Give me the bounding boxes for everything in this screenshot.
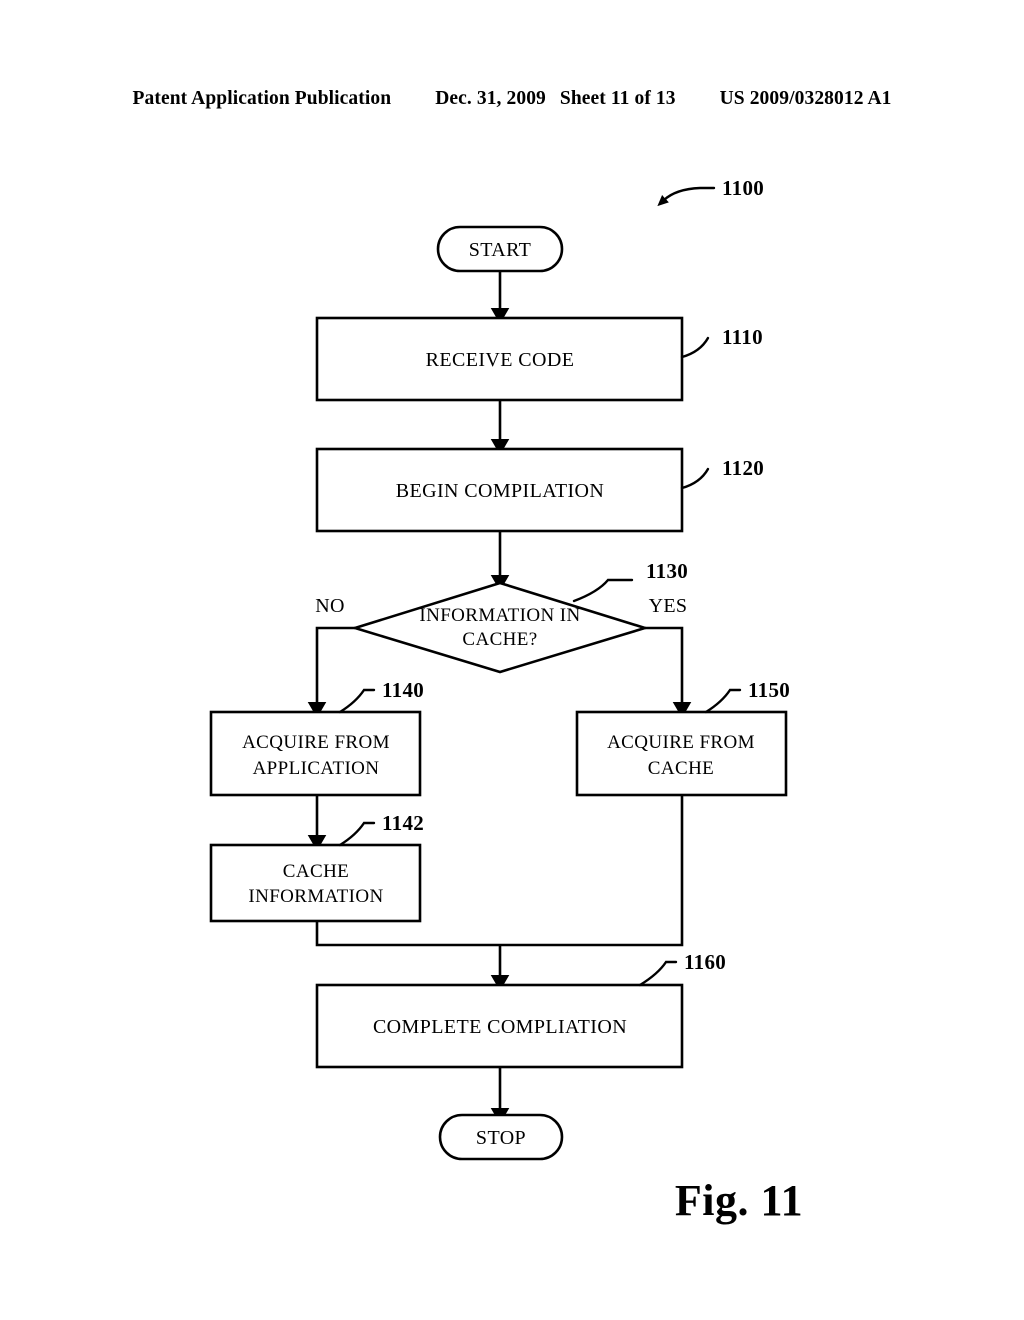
ref-numeral-1100: 1100 <box>722 176 764 200</box>
ref-numeral-1150: 1150 <box>748 678 790 702</box>
receive-code-label: RECEIVE CODE <box>426 349 575 371</box>
ref-numeral-1160: 1160 <box>684 950 726 974</box>
begin-compilation-label: BEGIN COMPILATION <box>396 480 604 502</box>
acquire-from-cache-label-line2: CACHE <box>648 758 714 779</box>
connector-cache-information-to-merge <box>315 921 500 947</box>
acquire-from-cache-box <box>575 710 788 797</box>
acquire-from-application-label-line1: ACQUIRE FROM <box>242 732 390 753</box>
node-stop: STOP <box>438 1113 564 1161</box>
ref-numeral-1110: 1110 <box>722 325 763 349</box>
leader-1110 <box>680 336 710 359</box>
node-receive-code: RECEIVE CODE 1110 <box>315 316 763 402</box>
ref-numeral-1140: 1140 <box>382 678 424 702</box>
cache-information-label-line1: CACHE <box>283 861 349 882</box>
leader-1120 <box>680 467 710 490</box>
leader-1160 <box>638 960 678 987</box>
decision-diamond-shape <box>350 581 650 674</box>
node-complete-compilation: COMPLETE COMPLIATION 1160 <box>315 950 726 1069</box>
diagram-reference-1100: 1100 <box>657 176 764 207</box>
figure-caption: Fig. 11 <box>675 1176 803 1225</box>
connector-acquire-cache-to-merge <box>500 795 684 947</box>
connector-no-branch <box>307 626 355 718</box>
ref-numeral-1142: 1142 <box>382 811 424 835</box>
start-label: START <box>469 239 532 261</box>
decision-label-line1: INFORMATION IN <box>419 605 580 626</box>
leader-1130 <box>572 578 634 603</box>
branch-label-no: NO <box>315 595 345 617</box>
decision-label-line2: CACHE? <box>462 629 537 650</box>
leader-1140 <box>338 688 376 714</box>
figure-11-flowchart: 1100 START RECEIVE CODE 1110 BEGIN COMPI… <box>0 0 1024 1320</box>
leader-1142 <box>338 821 376 847</box>
node-start: START <box>436 225 564 273</box>
acquire-from-application-label-line2: APPLICATION <box>253 758 380 779</box>
leader-1150 <box>704 688 742 714</box>
connector-yes-branch <box>645 626 692 718</box>
complete-compilation-label: COMPLETE COMPLIATION <box>373 1016 627 1038</box>
acquire-from-cache-label-line1: ACQUIRE FROM <box>607 732 755 753</box>
cache-information-box <box>209 843 422 923</box>
node-decision-information-in-cache: INFORMATION IN CACHE? 1130 <box>350 559 688 674</box>
ref-numeral-1120: 1120 <box>722 456 764 480</box>
branch-label-yes: YES <box>649 595 688 617</box>
ref-numeral-1130: 1130 <box>646 559 688 583</box>
acquire-from-application-box <box>209 710 422 797</box>
cache-information-label-line2: INFORMATION <box>248 886 383 907</box>
stop-label: STOP <box>476 1127 526 1149</box>
node-acquire-from-cache: ACQUIRE FROM CACHE 1150 <box>575 678 790 797</box>
node-begin-compilation: BEGIN COMPILATION 1120 <box>315 447 764 533</box>
